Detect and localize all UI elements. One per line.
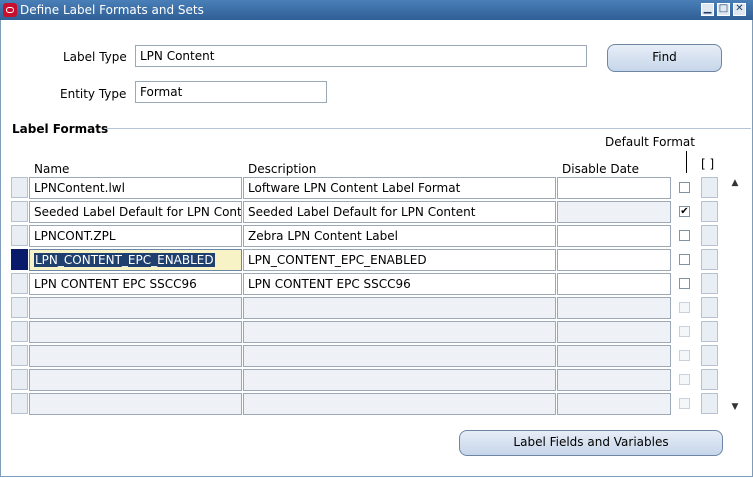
scroll-track[interactable] [728,190,742,400]
column-header-description: Description [248,162,317,176]
disable-date-cell[interactable] [557,369,671,391]
default-format-checkbox[interactable] [679,374,690,385]
entity-type-field[interactable]: Format [135,81,327,103]
default-format-checkbox[interactable]: ✔ [679,206,690,217]
description-cell[interactable] [243,297,556,319]
label-fields-and-variables-button[interactable]: Label Fields and Variables [459,430,723,456]
minimize-icon[interactable]: ▁ [701,3,714,16]
row-selector[interactable] [11,297,28,318]
name-cell[interactable] [29,393,242,415]
row-context-field[interactable] [701,249,718,270]
default-format-checkbox[interactable] [679,278,690,289]
name-cell[interactable]: LPN_CONTENT_EPC_ENABLED [29,249,242,271]
vertical-scrollbar[interactable]: ▲ ▼ [728,176,742,414]
name-cell[interactable] [29,369,242,391]
column-header-name: Name [34,162,70,176]
row-context-field[interactable] [701,393,718,414]
default-format-checkbox[interactable] [679,302,690,313]
row-context-field[interactable] [701,345,718,366]
row-context-field[interactable] [701,297,718,318]
section-divider [106,128,751,129]
name-cell[interactable] [29,297,242,319]
row-selector[interactable] [11,177,28,198]
disable-date-cell[interactable] [557,273,671,295]
close-icon[interactable]: ✕ [733,3,746,16]
name-cell[interactable] [29,345,242,367]
label-type-label: Label Type [63,50,127,64]
description-cell[interactable]: LPN CONTENT EPC SSCC96 [243,273,556,295]
row-context-field[interactable] [701,273,718,294]
description-cell[interactable]: Loftware LPN Content Label Format [243,177,556,199]
default-format-checkbox[interactable] [679,254,690,265]
disable-date-cell[interactable] [557,393,671,415]
row-selector[interactable] [11,345,28,366]
row-context-field[interactable] [701,225,718,246]
name-cell[interactable]: LPNCONT.ZPL [29,225,242,247]
maximize-icon[interactable]: □ [717,3,730,16]
name-cell[interactable]: Seeded Label Default for LPN Conte [29,201,242,223]
bracket-header: [ ] [701,157,715,171]
label-type-field[interactable]: LPN Content [135,45,587,67]
default-format-checkbox[interactable] [679,350,690,361]
default-format-checkbox[interactable] [679,326,690,337]
label-formats-section-title: Label Formats [12,122,109,136]
column-header-disable-date: Disable Date [562,162,640,176]
default-format-checkbox[interactable] [679,398,690,409]
row-selector[interactable] [11,321,28,342]
disable-date-cell[interactable] [557,345,671,367]
name-cell[interactable]: LPN CONTENT EPC SSCC96 [29,273,242,295]
disable-date-cell[interactable] [557,201,671,223]
row-selector[interactable] [11,201,28,222]
window-title: Define Label Formats and Sets [20,3,204,17]
row-selector[interactable] [11,225,28,246]
default-format-header-line [686,151,687,173]
oracle-app-icon [3,3,17,17]
default-format-checkbox[interactable] [679,230,690,241]
name-cell-text: LPN_CONTENT_EPC_ENABLED [34,253,215,267]
description-cell[interactable] [243,369,556,391]
name-cell[interactable]: LPNContent.lwl [29,177,242,199]
row-context-field[interactable] [701,369,718,390]
description-cell[interactable] [243,345,556,367]
find-button[interactable]: Find [607,44,722,72]
disable-date-cell[interactable] [557,249,671,271]
description-cell[interactable]: Zebra LPN Content Label [243,225,556,247]
checkmark-icon: ✔ [680,206,689,217]
row-selector[interactable] [11,393,28,414]
default-format-header: Default Format [605,135,695,149]
name-cell[interactable] [29,321,242,343]
row-selector[interactable] [11,249,28,270]
disable-date-cell[interactable] [557,321,671,343]
description-cell[interactable]: LPN_CONTENT_EPC_ENABLED [243,249,556,271]
description-cell[interactable] [243,321,556,343]
disable-date-cell[interactable] [557,225,671,247]
disable-date-cell[interactable] [557,297,671,319]
scroll-up-icon[interactable]: ▲ [728,176,742,190]
entity-type-label: Entity Type [60,87,127,101]
row-context-field[interactable] [701,177,718,198]
description-cell[interactable]: Seeded Label Default for LPN Content [243,201,556,223]
row-selector[interactable] [11,273,28,294]
description-cell[interactable] [243,393,556,415]
disable-date-cell[interactable] [557,177,671,199]
title-bar: Define Label Formats and Sets ▁ □ ✕ [0,0,753,20]
row-context-field[interactable] [701,201,718,222]
scroll-down-icon[interactable]: ▼ [728,400,742,414]
row-context-field[interactable] [701,321,718,342]
row-selector[interactable] [11,369,28,390]
default-format-checkbox[interactable] [679,182,690,193]
